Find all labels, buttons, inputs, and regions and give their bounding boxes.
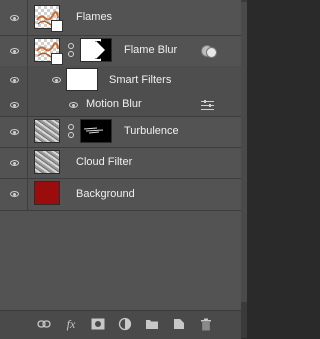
eye-icon[interactable] — [3, 40, 25, 62]
layer-name[interactable]: Flames — [76, 11, 112, 23]
layers-bottom-toolbar: fx — [0, 310, 241, 339]
smart-filter-badge-icon[interactable] — [201, 45, 217, 58]
smart-object-badge — [51, 20, 63, 32]
divider — [27, 93, 28, 116]
layer-name[interactable]: Cloud Filter — [76, 156, 132, 168]
layer-mask-turbulence[interactable] — [80, 119, 112, 143]
layers-panel: Flames Flame Blur Smart Filters Motion B… — [0, 0, 241, 339]
layer-thumbnail-cloud-filter[interactable] — [34, 150, 60, 174]
divider — [27, 35, 28, 66]
link-icon[interactable] — [67, 124, 75, 138]
eye-icon[interactable] — [3, 7, 25, 29]
smart-filters-label[interactable]: Smart Filters — [109, 74, 171, 86]
layer-thumbnail-turbulence[interactable] — [34, 119, 60, 143]
layer-name[interactable]: Turbulence — [124, 125, 179, 137]
layer-row-motion-blur[interactable]: Motion Blur — [0, 93, 241, 117]
layer-row-cloud-filter[interactable]: Cloud Filter — [0, 147, 241, 179]
eye-icon[interactable] — [3, 94, 25, 116]
chevron-mask-shape — [95, 39, 111, 61]
eye-icon[interactable] — [3, 152, 25, 174]
divider — [27, 116, 28, 147]
link-icon[interactable] — [67, 43, 75, 57]
layer-name[interactable]: Flame Blur — [124, 44, 177, 56]
divider — [27, 66, 28, 93]
divider — [27, 147, 28, 178]
layer-row-flames[interactable]: Flames — [0, 0, 241, 36]
add-mask-icon[interactable] — [90, 317, 106, 331]
layer-row-turbulence[interactable]: Turbulence — [0, 116, 241, 148]
scrollbar-track[interactable] — [241, 0, 247, 338]
new-group-icon[interactable] — [144, 317, 160, 331]
layer-thumbnail-background[interactable] — [34, 181, 60, 205]
smart-filter-mask[interactable] — [66, 68, 98, 91]
layer-row-background[interactable]: Background — [0, 178, 241, 211]
new-layer-icon[interactable] — [171, 317, 187, 331]
layer-mask-flame-blur[interactable] — [80, 38, 112, 62]
link-layers-icon[interactable] — [36, 317, 52, 331]
eye-icon[interactable] — [62, 94, 84, 116]
trash-icon[interactable] — [198, 317, 214, 331]
layer-row-smart-filters[interactable]: Smart Filters — [0, 66, 241, 94]
eye-icon[interactable] — [3, 183, 25, 205]
filter-blending-options-icon[interactable] — [201, 100, 214, 110]
divider — [27, 0, 28, 35]
mask-streaks — [83, 127, 104, 134]
divider — [27, 178, 28, 210]
layer-name[interactable]: Background — [76, 188, 135, 200]
smart-object-badge — [51, 53, 63, 65]
scrollbar-thumb[interactable] — [241, 2, 247, 302]
eye-icon[interactable] — [3, 121, 25, 143]
fx-icon[interactable]: fx — [63, 317, 79, 331]
eye-icon[interactable] — [45, 69, 67, 91]
eye-icon[interactable] — [3, 69, 25, 91]
filter-name[interactable]: Motion Blur — [86, 98, 142, 110]
layer-row-flame-blur[interactable]: Flame Blur — [0, 35, 241, 67]
adjustment-layer-icon[interactable] — [117, 317, 133, 331]
